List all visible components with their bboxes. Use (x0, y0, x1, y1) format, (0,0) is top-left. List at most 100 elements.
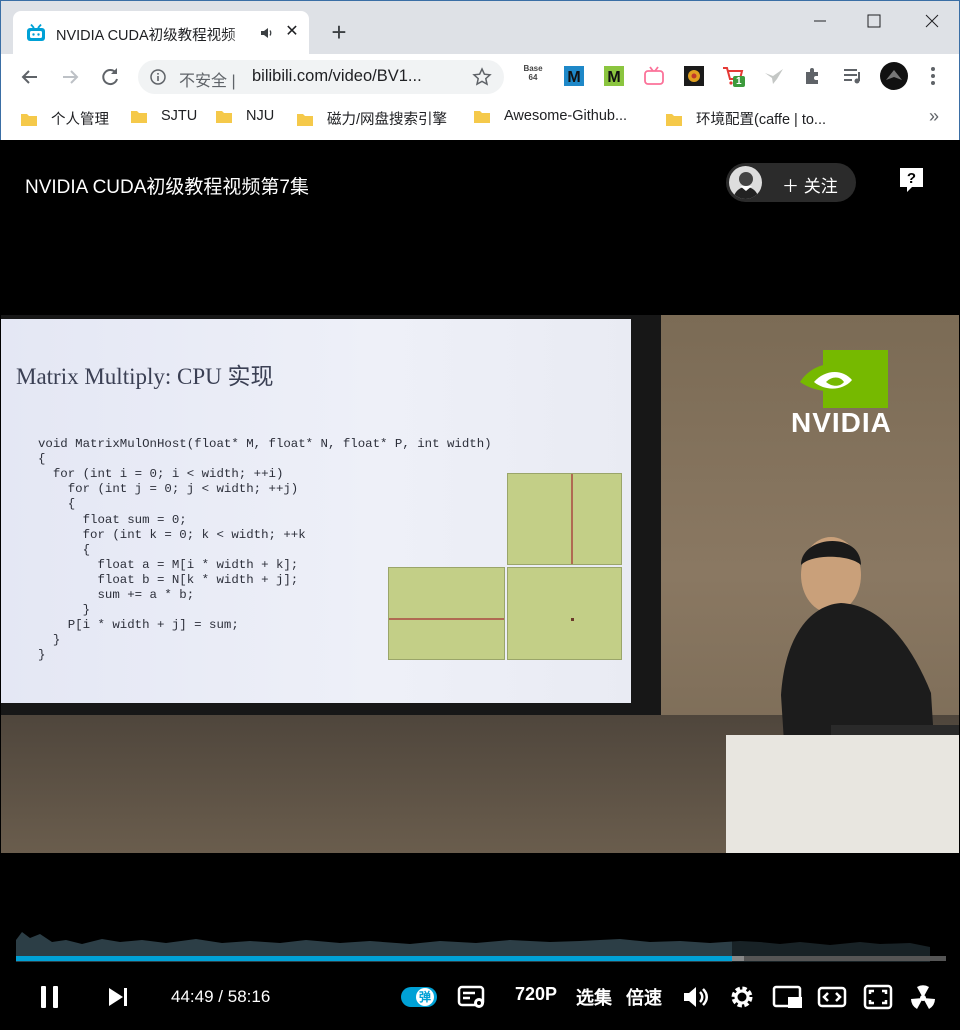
control-bar: 44:49 / 58:16 弹 720P 选集 倍速 (1, 973, 959, 1023)
bookmark-folder[interactable]: 环境配置(caffe | to... (666, 108, 826, 130)
playlist-icon[interactable] (841, 64, 865, 88)
code-line: { (38, 497, 76, 512)
time-current: 44:49 (171, 987, 214, 1006)
code-line: float a = M[i * width + k]; (38, 557, 299, 572)
next-icon[interactable] (106, 983, 130, 1011)
code-line: void MatrixMulOnHost(float* M, float* N,… (38, 437, 492, 451)
code-line: P[i * width + j] = sum; (38, 618, 239, 633)
folder-icon (666, 112, 682, 126)
matrix-p (507, 567, 622, 660)
progress-played (16, 956, 733, 961)
uploader-avatar (729, 166, 762, 199)
security-status: 不安全 | (179, 73, 236, 90)
kebab-menu-icon[interactable] (921, 64, 945, 88)
bookmarks-overflow-button[interactable]: » (929, 106, 939, 127)
tab-strip: NVIDIA CUDA初级教程视频 ✕ + (1, 1, 959, 54)
code-line: } (38, 633, 61, 648)
nvidia-logo-icon (800, 350, 888, 408)
minimize-icon[interactable] (807, 9, 833, 33)
progress-buffered (732, 956, 744, 961)
quality-button[interactable]: 720P (515, 984, 557, 1012)
matrix-m (388, 567, 505, 660)
maximize-icon[interactable] (861, 9, 887, 33)
tab-close-icon[interactable]: ✕ (283, 23, 301, 41)
danmaku-settings-icon[interactable] (457, 983, 487, 1011)
svg-text:?: ? (907, 170, 916, 187)
bird-extension-icon[interactable] (762, 64, 786, 88)
bookmark-folder[interactable]: 个人管理 (21, 108, 109, 130)
video-frame: Matrix Multiply: CPU 实现 void MatrixMulOn… (1, 315, 959, 853)
code-line: float b = N[k * width + j]; (38, 572, 299, 587)
bookmark-folder[interactable]: Awesome-Github... (474, 108, 627, 130)
speed-button[interactable]: 倍速 (626, 984, 662, 1012)
base64-icon[interactable]: Base 64 (521, 64, 545, 88)
reload-icon[interactable] (97, 64, 123, 90)
danmaku-label: 弹 (416, 988, 434, 1006)
back-icon[interactable] (17, 64, 43, 90)
new-tab-icon[interactable]: + (327, 19, 351, 45)
bookmark-star-icon[interactable] (472, 67, 492, 87)
podium (726, 735, 959, 853)
follow-button[interactable]: ＋ 关注 (726, 163, 856, 202)
info-icon[interactable] (150, 69, 166, 85)
help-icon[interactable]: ? (898, 166, 925, 194)
browser-window: NVIDIA CUDA初级教程视频 ✕ + 不安全 | bilibili.com… (0, 0, 960, 140)
cart-extension-icon[interactable]: 1 (721, 64, 745, 88)
code-line: for (int j = 0; j < width; ++j) (38, 482, 299, 497)
slide: Matrix Multiply: CPU 实现 void MatrixMulOn… (1, 319, 631, 703)
window-close-icon[interactable] (919, 9, 945, 33)
folder-icon (21, 112, 37, 126)
picture-in-picture-icon[interactable] (772, 983, 804, 1011)
tab-title: NVIDIA CUDA初级教程视频 (56, 28, 236, 44)
folder-icon (297, 112, 313, 126)
heatmap-timeline[interactable] (16, 912, 946, 962)
settings-gear-icon[interactable] (727, 983, 757, 1011)
web-fullscreen-icon[interactable] (863, 983, 893, 1011)
code-line: } (38, 648, 46, 663)
browser-toolbar: 不安全 | bilibili.com/video/BV1... Base 64 M… (1, 54, 959, 100)
progress-bar[interactable] (16, 956, 946, 961)
episodes-button[interactable]: 选集 (576, 984, 612, 1012)
forward-icon[interactable] (57, 64, 83, 90)
follow-label: ＋ 关注 (782, 177, 838, 196)
bookmark-folder[interactable]: 磁力/网盘搜索引擎 (297, 108, 447, 130)
bilibili-favicon-icon (27, 24, 45, 41)
bookmarks-bar: 个人管理 SJTU NJU 磁力/网盘搜索引擎 Awesome-Github..… (1, 100, 959, 140)
code-line: float sum = 0; (38, 512, 187, 527)
projector-screen: Matrix Multiply: CPU 实现 void MatrixMulOn… (1, 315, 661, 715)
puzzle-icon[interactable] (801, 64, 825, 88)
time-display: 44:49 / 58:16 (171, 987, 271, 1006)
nvidia-wordmark: NVIDIA (791, 407, 892, 438)
profile-avatar[interactable] (880, 62, 908, 90)
folder-icon (216, 109, 232, 124)
slide-title: Matrix Multiply: CPU 实现 (16, 364, 274, 389)
code-line: { (38, 542, 91, 557)
bookmark-folder[interactable]: NJU (216, 108, 274, 130)
address-bar[interactable]: 不安全 | bilibili.com/video/BV1... (138, 60, 504, 94)
time-total: 58:16 (227, 987, 271, 1006)
folder-icon (131, 109, 147, 124)
speaker-icon[interactable] (259, 25, 275, 41)
code-line: for (int i = 0; i < width; ++i) (38, 467, 284, 482)
url-text[interactable]: bilibili.com/video/BV1... (252, 67, 422, 86)
tab-active[interactable]: NVIDIA CUDA初级教程视频 ✕ (13, 11, 309, 54)
bilibili-tv-icon[interactable] (642, 64, 666, 88)
m-green-extension-icon[interactable]: M (602, 64, 626, 88)
code-line: for (int k = 0; k < width; ++k (38, 527, 306, 542)
bookmark-folder[interactable]: SJTU (131, 108, 197, 130)
video-title: NVIDIA CUDA初级教程视频第7集 (25, 177, 309, 198)
cart-badge: 1 (733, 76, 745, 87)
matrix-n (507, 473, 622, 565)
svg-text:M: M (607, 69, 620, 86)
flower-extension-icon[interactable] (682, 64, 706, 88)
wide-mode-icon[interactable] (817, 983, 847, 1011)
fullscreen-radiation-icon[interactable] (907, 983, 939, 1011)
video-player[interactable]: NVIDIA CUDA初级教程视频第7集 ＋ 关注 ? Matrix Multi… (1, 140, 959, 1029)
svg-text:M: M (567, 69, 580, 86)
code-line: sum += a * b; (38, 588, 195, 602)
danmaku-toggle[interactable]: 弹 (401, 987, 437, 1007)
pause-icon[interactable] (38, 983, 62, 1011)
code-line: } (38, 603, 91, 618)
m-extension-icon[interactable]: M (562, 64, 586, 88)
volume-icon[interactable] (681, 983, 711, 1011)
